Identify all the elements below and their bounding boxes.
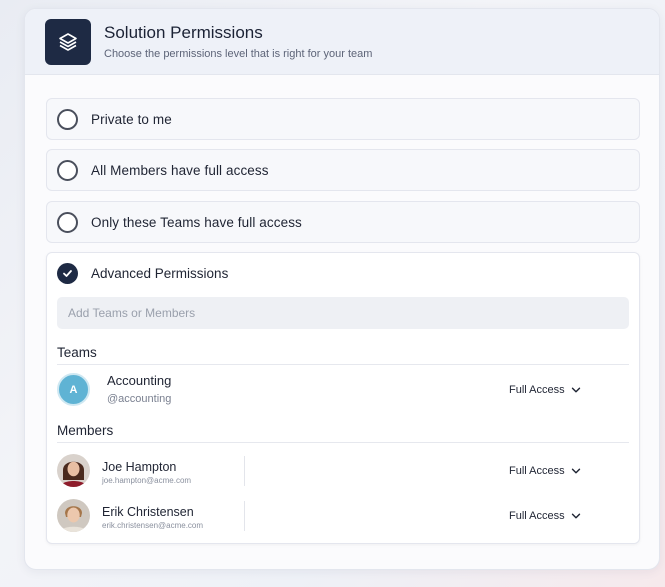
option-label: Private to me (91, 112, 172, 127)
page-subtitle: Choose the permissions level that is rig… (104, 48, 373, 60)
access-label: Full Access (509, 384, 565, 396)
member-name: Erik Christensen (102, 505, 194, 519)
members-section-title: Members (57, 423, 114, 438)
access-label: Full Access (509, 510, 565, 522)
permissions-panel: Solution Permissions Choose the permissi… (24, 8, 660, 570)
divider (57, 442, 629, 443)
option-private[interactable]: Private to me (46, 98, 640, 140)
chevron-down-icon (571, 513, 580, 519)
divider (244, 501, 245, 531)
team-handle: @accounting (107, 393, 172, 405)
chevron-down-icon (571, 387, 580, 393)
option-all-members[interactable]: All Members have full access (46, 149, 640, 191)
member-email: joe.hampton@acme.com (102, 476, 192, 485)
access-dropdown[interactable]: Full Access (509, 465, 581, 477)
divider (244, 456, 245, 486)
option-teams-only[interactable]: Only these Teams have full access (46, 201, 640, 243)
chevron-down-icon (571, 468, 580, 474)
option-label: All Members have full access (91, 163, 269, 178)
access-dropdown[interactable]: Full Access (509, 510, 581, 522)
option-label: Advanced Permissions (91, 266, 229, 281)
access-label: Full Access (509, 465, 565, 477)
option-label: Only these Teams have full access (91, 215, 302, 230)
divider (57, 364, 629, 365)
teams-section-title: Teams (57, 345, 97, 360)
page-title: Solution Permissions (104, 23, 263, 42)
radio-button[interactable] (57, 160, 78, 181)
member-name: Joe Hampton (102, 460, 177, 474)
avatar (57, 454, 90, 487)
avatar: A (57, 373, 90, 406)
team-name: Accounting (107, 373, 172, 388)
access-dropdown[interactable]: Full Access (509, 384, 581, 396)
stacked-layers-icon (45, 19, 91, 65)
add-teams-members-input[interactable] (57, 297, 629, 329)
radio-button[interactable] (57, 212, 78, 233)
panel-header: Solution Permissions Choose the permissi… (25, 9, 659, 75)
member-email: erik.christensen@acme.com (102, 521, 204, 530)
avatar (57, 499, 90, 532)
checkmark-icon[interactable] (57, 263, 78, 284)
radio-button[interactable] (57, 109, 78, 130)
option-advanced-permissions: Advanced Permissions Teams A Accounting … (46, 252, 640, 544)
